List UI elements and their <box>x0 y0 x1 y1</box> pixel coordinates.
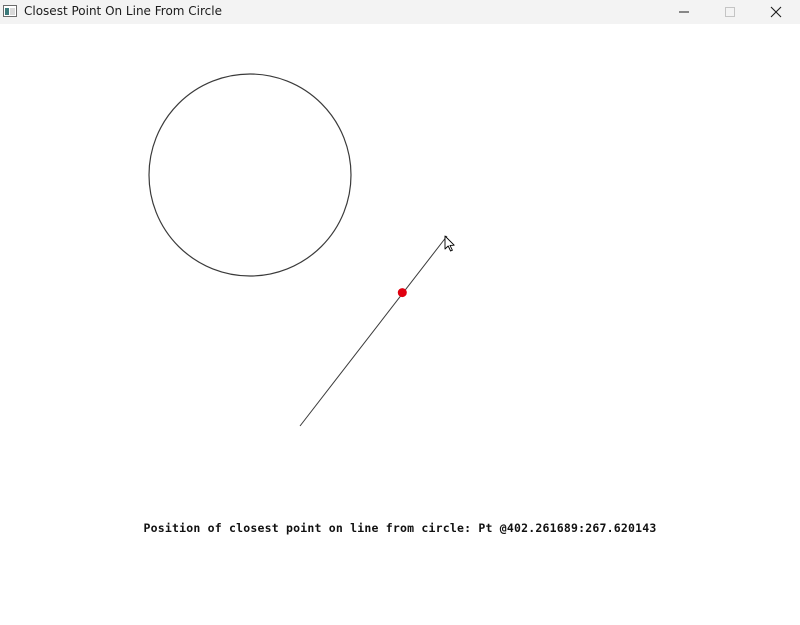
circle-shape <box>148 73 352 277</box>
window-title: Closest Point On Line From Circle <box>24 4 222 18</box>
close-icon <box>770 6 782 18</box>
app-window: Closest Point On Line From Circle Positi… <box>0 0 800 625</box>
title-bar[interactable]: Closest Point On Line From Circle <box>0 0 800 24</box>
maximize-button[interactable] <box>707 0 753 24</box>
closest-point-readout: Position of closest point on line from c… <box>143 521 657 535</box>
line-segment <box>299 235 448 427</box>
closest-point-marker <box>397 288 407 298</box>
mouse-cursor-icon <box>444 235 455 252</box>
minimize-icon <box>679 11 689 13</box>
close-button[interactable] <box>753 0 799 24</box>
minimize-button[interactable] <box>661 0 707 24</box>
app-icon <box>3 5 17 17</box>
maximize-icon <box>725 7 735 17</box>
